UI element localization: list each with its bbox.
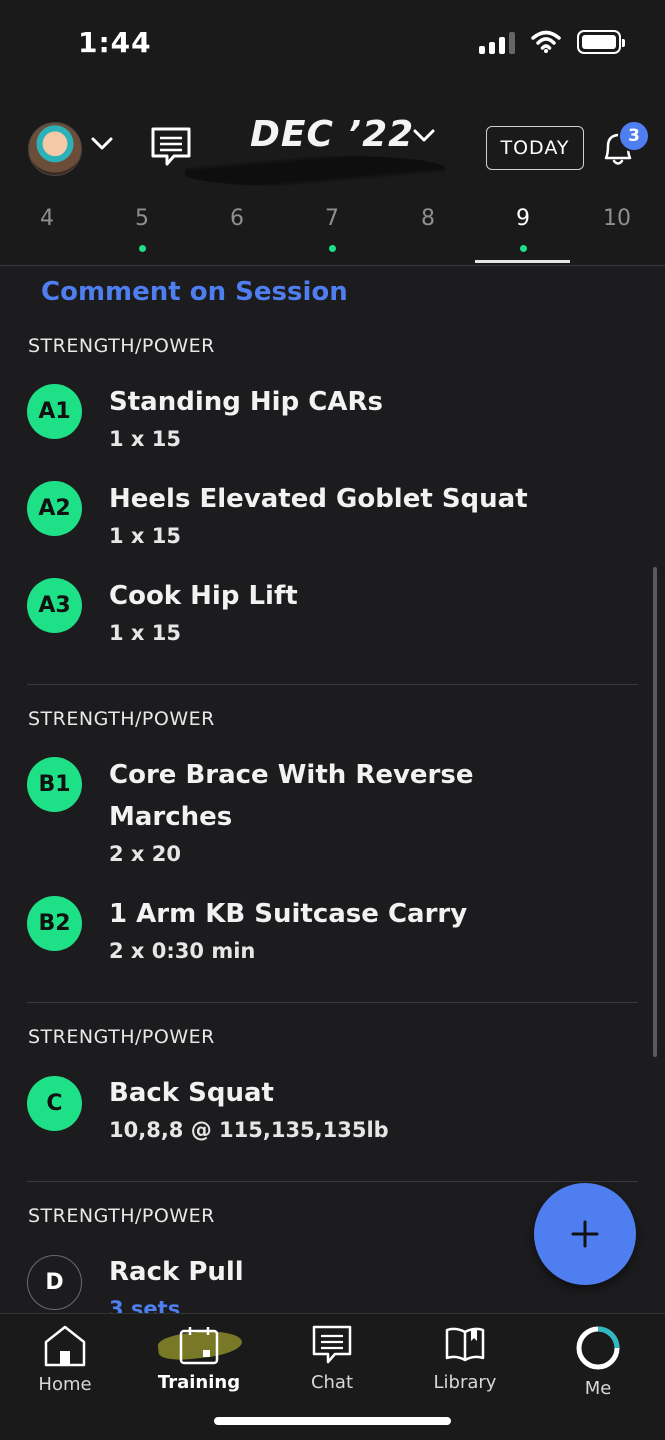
exercise-code-badge[interactable]: C <box>27 1076 82 1131</box>
cellular-signal-icon <box>479 30 515 54</box>
home-indicator <box>214 1417 451 1425</box>
tab-chat[interactable]: Chat <box>277 1324 387 1393</box>
group-divider <box>27 684 638 685</box>
exercise-sets: 10,8,8 @ 115,135,135lb <box>109 1118 389 1142</box>
day-number: 7 <box>325 206 339 231</box>
month-selector[interactable]: DEC ’22 <box>250 114 414 155</box>
status-icons <box>479 30 625 54</box>
exercise-name[interactable]: Back Squat <box>109 1072 589 1114</box>
exercise-name[interactable]: Core Brace With Reverse Marches <box>109 754 489 838</box>
session-content[interactable]: Comment on Session STRENGTH/POWER A1 Sta… <box>0 267 665 1313</box>
exercise-code-badge[interactable]: A3 <box>27 578 82 633</box>
day-number: 8 <box>421 206 435 231</box>
tab-training[interactable]: Training <box>144 1324 254 1393</box>
exercise-sets: 1 x 15 <box>109 427 182 451</box>
exercise-name[interactable]: Standing Hip CARs <box>109 381 589 423</box>
group-divider <box>27 1181 638 1182</box>
wifi-icon <box>531 30 561 53</box>
tab-me[interactable]: Me <box>543 1324 653 1399</box>
calendar-icon <box>179 1327 219 1365</box>
day-item[interactable]: 6 <box>207 206 267 231</box>
status-time: 1:44 <box>78 26 152 59</box>
notification-badge: 3 <box>618 120 650 152</box>
tab-label: Home <box>38 1374 92 1395</box>
status-bar: 1:44 <box>0 0 665 90</box>
day-selector: 4 5 6 7 8 9 10 <box>0 200 665 266</box>
activity-dot <box>328 245 336 252</box>
tab-label: Me <box>584 1378 612 1399</box>
day-number: 4 <box>40 206 54 231</box>
activity-dot <box>519 245 527 252</box>
group-divider <box>27 1002 638 1003</box>
tab-home[interactable]: Home <box>10 1324 120 1395</box>
profile-ring-icon <box>576 1326 620 1370</box>
add-button[interactable] <box>534 1183 636 1285</box>
day-item[interactable]: 8 <box>398 206 458 231</box>
tab-label: Library <box>433 1372 497 1393</box>
activity-dot <box>138 245 146 252</box>
day-item[interactable]: 4 <box>17 206 77 231</box>
day-number: 10 <box>603 206 631 231</box>
day-number: 6 <box>230 206 244 231</box>
tab-label: Training <box>157 1372 241 1393</box>
plus-icon <box>571 1220 599 1248</box>
book-icon <box>445 1327 485 1362</box>
section-label: STRENGTH/POWER <box>28 1205 215 1227</box>
exercise-sets: 2 x 0:30 min <box>109 939 256 963</box>
avatar[interactable] <box>28 122 82 176</box>
day-item[interactable]: 10 <box>587 206 647 231</box>
day-item[interactable]: 7 <box>302 206 362 252</box>
redacted-subtitle <box>185 156 445 186</box>
chevron-down-icon[interactable] <box>90 136 114 152</box>
comment-on-session-link[interactable]: Comment on Session <box>41 277 348 307</box>
exercise-code-badge[interactable]: D <box>27 1255 82 1310</box>
exercise-sets: 2 x 20 <box>109 842 182 866</box>
exercise-name[interactable]: Rack Pull <box>109 1251 589 1293</box>
today-button[interactable]: TODAY <box>486 126 584 170</box>
exercise-code-badge[interactable]: B2 <box>27 896 82 951</box>
chat-icon <box>312 1325 352 1364</box>
section-label: STRENGTH/POWER <box>28 335 215 357</box>
exercise-code-badge[interactable]: A1 <box>27 384 82 439</box>
exercise-sets-link[interactable]: 3 sets <box>109 1297 180 1313</box>
selected-day-indicator <box>475 260 570 263</box>
exercise-code-badge[interactable]: A2 <box>27 481 82 536</box>
chevron-down-icon[interactable] <box>412 128 436 144</box>
comment-icon[interactable] <box>150 126 192 168</box>
home-icon <box>44 1325 86 1367</box>
day-item-selected[interactable]: 9 <box>493 206 553 252</box>
exercise-name[interactable]: 1 Arm KB Suitcase Carry <box>109 893 589 935</box>
section-label: STRENGTH/POWER <box>28 708 215 730</box>
exercise-name[interactable]: Heels Elevated Goblet Squat <box>109 478 589 520</box>
scrollbar[interactable] <box>653 567 657 1057</box>
day-item[interactable]: 5 <box>112 206 172 252</box>
battery-icon <box>577 30 625 54</box>
exercise-name[interactable]: Cook Hip Lift <box>109 575 589 617</box>
day-number: 5 <box>135 206 149 231</box>
tab-library[interactable]: Library <box>410 1324 520 1393</box>
exercise-sets: 1 x 15 <box>109 524 182 548</box>
exercise-sets: 1 x 15 <box>109 621 182 645</box>
training-header: DEC ’22 TODAY 3 4 5 6 7 8 9 10 <box>0 90 665 266</box>
day-number: 9 <box>516 206 530 231</box>
exercise-code-badge[interactable]: B1 <box>27 757 82 812</box>
tab-label: Chat <box>310 1372 354 1393</box>
section-label: STRENGTH/POWER <box>28 1026 215 1048</box>
